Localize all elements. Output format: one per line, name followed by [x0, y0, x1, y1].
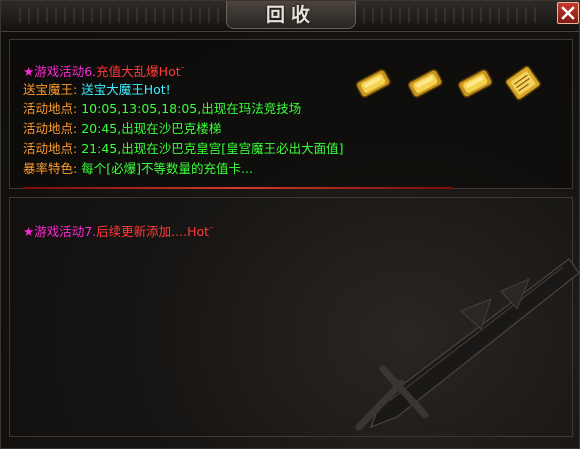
event6-location1-row: 活动地点: 10:05,13:05,18:05,出现在玛法竞技场 — [23, 100, 301, 118]
event6-location2-row: 活动地点: 20:45,出现在沙巴克楼梯 — [23, 120, 221, 138]
location-label: 活动地点: — [23, 101, 78, 116]
sword-decoration-icon — [355, 258, 579, 431]
hot-badge: Hot — [187, 224, 210, 239]
boss-value: 送宝大魔王 — [81, 82, 144, 97]
reward-items — [351, 63, 551, 107]
gold-ingot-icon[interactable] — [453, 63, 497, 103]
recycle-window: 回收 ★游戏活动6.充值大乱爆Hot˜ 送宝魔王: 送宝大魔王Hot! 活动地点… — [0, 0, 580, 449]
red-divider — [23, 187, 453, 189]
event6-drop-row: 暴率特色: 每个[必爆]不等数量的充值卡... — [23, 160, 253, 178]
hot-badge: Hot — [158, 64, 181, 79]
gold-ingot-icon[interactable] — [351, 63, 395, 103]
event6-name: 充值大乱爆 — [96, 64, 159, 79]
drop-value: 每个[必爆]不等数量的充值卡... — [81, 161, 253, 176]
event7-title: ★游戏活动7.后续更新添加....Hot˜ — [23, 223, 214, 241]
location-value: 20:45,出现在沙巴克楼梯 — [81, 121, 222, 136]
location-value: 10:05,13:05,18:05,出现在玛法竞技场 — [81, 101, 302, 116]
drop-label: 暴率特色: — [23, 161, 78, 176]
title-bar[interactable]: 回收 — [1, 1, 579, 32]
close-icon — [561, 6, 575, 20]
star-icon: ★ — [23, 224, 35, 239]
event6-boss-row: 送宝魔王: 送宝大魔王Hot! — [23, 81, 171, 99]
location-value: 21:45,出现在沙巴克皇宫[皇宫魔王必出大面值] — [81, 141, 344, 156]
title-ornament-right — [363, 7, 543, 23]
boss-label: 送宝魔王: — [23, 82, 78, 97]
event6-title: ★游戏活动6.充值大乱爆Hot˜ — [23, 63, 185, 81]
boss-hot: Hot! — [143, 82, 171, 97]
hot-mark-icon: ˜ — [209, 227, 214, 237]
event7-name: 后续更新添加.... — [96, 224, 188, 239]
event7-prefix: 游戏活动7. — [34, 224, 97, 239]
event6-prefix: 游戏活动6. — [34, 64, 97, 79]
close-button[interactable] — [557, 2, 579, 24]
event6-location3-row: 活动地点: 21:45,出现在沙巴克皇宫[皇宫魔王必出大面值] — [23, 140, 343, 158]
star-icon: ★ — [23, 64, 35, 79]
window-title: 回收 — [265, 4, 316, 26]
location-label: 活动地点: — [23, 141, 78, 156]
title-ornament-left — [19, 7, 219, 23]
gold-scroll-icon[interactable] — [501, 63, 545, 103]
gold-ingot-icon[interactable] — [403, 63, 447, 103]
location-label: 活动地点: — [23, 121, 78, 136]
hot-mark-icon: ˜ — [180, 67, 186, 77]
